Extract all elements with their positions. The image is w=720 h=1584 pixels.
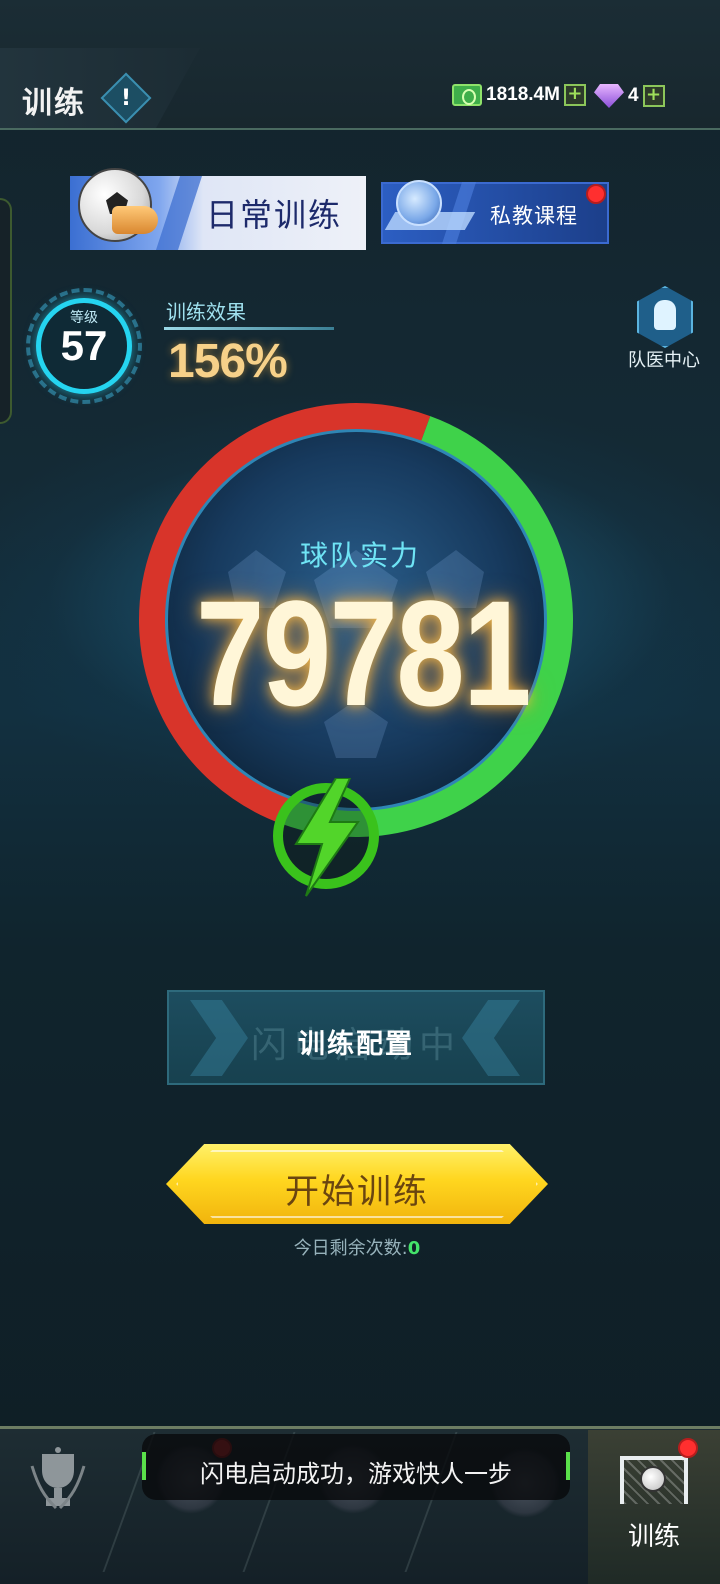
add-gem-button[interactable]: + — [642, 85, 665, 107]
team-doctor-label[interactable]: 队医中心 — [628, 346, 700, 372]
trophy-icon[interactable] — [28, 1446, 88, 1516]
remaining-attempts: 今日剩余次数:0 — [166, 1234, 548, 1260]
cash-display: 1818.4M + — [452, 84, 586, 106]
training-effect-divider — [164, 327, 334, 330]
gem-value: 4 — [628, 85, 639, 106]
cash-icon — [452, 84, 482, 106]
gem-icon — [594, 84, 624, 108]
tab-private-label: 私教课程 — [490, 204, 578, 228]
gem-display: 4 + — [594, 84, 665, 108]
training-effect-label: 训练效果 — [166, 300, 246, 324]
team-power-label: 球队实力 — [299, 539, 420, 572]
remaining-label: 今日剩余次数: — [293, 1238, 408, 1259]
training-config-label[interactable]: 训练配置 — [167, 1022, 545, 1061]
team-power-value: 79781 — [196, 569, 531, 737]
cash-value: 1818.4M — [486, 84, 560, 105]
tab-daily-label: 日常训练 — [206, 196, 343, 234]
training-effect-value: 156% — [168, 335, 288, 388]
page-title: 训练 — [22, 86, 86, 121]
lightning-icon[interactable] — [266, 778, 386, 898]
start-training-label[interactable]: 开始训练 — [166, 1164, 548, 1213]
info-icon[interactable]: ! — [108, 80, 144, 116]
toast-text: 闪电启动成功，游戏快人一步 — [200, 1460, 512, 1488]
ball-boot-icon — [396, 180, 442, 226]
notification-dot — [678, 1438, 698, 1458]
doctor-figure-icon — [654, 300, 676, 330]
level-value: 57 — [60, 322, 108, 369]
notification-dot — [586, 184, 606, 204]
ball-icon — [640, 1466, 666, 1492]
remaining-count: 0 — [407, 1238, 421, 1259]
nav-item-training[interactable] — [588, 1430, 720, 1584]
side-drawer-handle[interactable] — [0, 198, 12, 424]
nav-label-training[interactable]: 训练 — [588, 1516, 720, 1553]
whistle-icon — [112, 206, 158, 234]
add-cash-button[interactable]: + — [563, 84, 586, 106]
